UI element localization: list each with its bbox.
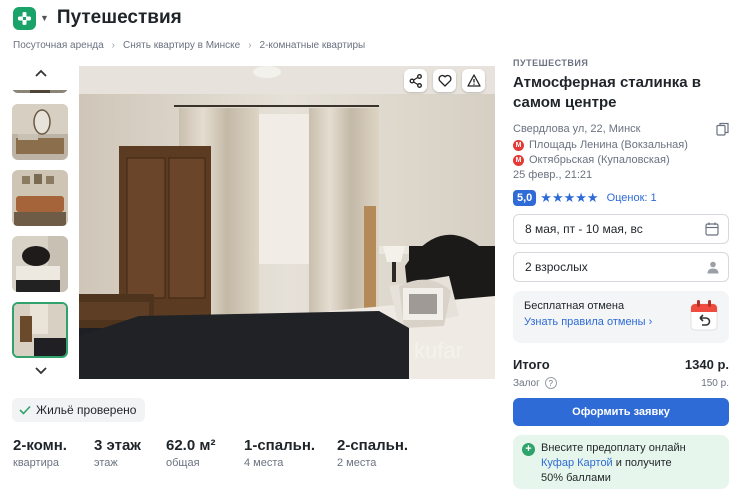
thumbnail-strip (12, 60, 69, 382)
thumb-next-icon[interactable] (32, 364, 50, 378)
deposit-left: Залог ? (513, 377, 557, 389)
rating-row: 5,0 ★★★★★ Оценок: 1 (513, 190, 729, 206)
app-logo[interactable] (13, 6, 36, 30)
share-icon (409, 73, 422, 88)
spec-value: 1-спальн. (244, 437, 316, 454)
calendar-icon (705, 222, 719, 236)
listing-category: ПУТЕШЕСТВИЯ (513, 58, 589, 68)
verified-badge: Жильё проверено (12, 398, 146, 422)
star-rating-icon: ★★★★★ (540, 190, 599, 205)
metro-station: М Октябрьская (Купаловская) (513, 154, 729, 166)
breadcrumb-item[interactable]: 2-комнатные квартиры (260, 40, 366, 51)
photo-actions (404, 69, 485, 92)
calendar-return-icon (690, 300, 718, 331)
thumb-prev-icon[interactable] (32, 66, 50, 80)
help-icon[interactable]: ? (544, 377, 557, 389)
metro-station: М Площадь Ленина (Вокзальная) (513, 139, 729, 151)
deposit-row: Залог ? 150 р. (513, 377, 729, 389)
cancel-link-label: Узнать правила отмены (524, 316, 646, 328)
promo-line3: 50% баллами (541, 472, 611, 484)
watermark: kufar (414, 338, 463, 363)
app-title: Путешествия (56, 7, 182, 28)
spec-rooms: 2-комн. квартира (13, 437, 94, 469)
promo-line1: Внесите предоплату онлайн (541, 442, 686, 454)
breadcrumb: Посуточная аренда › Снять квартиру в Мин… (13, 40, 365, 51)
main-photo[interactable]: kufar (79, 66, 495, 379)
chevron-right-icon: › (648, 316, 653, 328)
thumbnail[interactable] (12, 104, 68, 160)
promo-line2: и получите (612, 457, 672, 469)
thumbnail[interactable] (12, 170, 68, 226)
cancel-title: Бесплатная отмена (524, 300, 625, 312)
breadcrumb-item[interactable]: Снять квартиру в Минске (123, 40, 240, 51)
metro-name: Октябрьская (Купаловская) (529, 154, 670, 166)
dates-field[interactable]: 8 мая, пт - 10 мая, вс (513, 214, 729, 244)
spec-value: 2-комн. (13, 437, 67, 454)
spec-area: 62.0 м² общая (166, 437, 244, 469)
heart-icon (438, 74, 451, 87)
warning-icon (466, 74, 481, 87)
deposit-label: Залог (513, 377, 540, 389)
spec-label: 2 места (337, 457, 377, 469)
person-icon (707, 261, 719, 273)
bedroom-photo: kufar (79, 66, 495, 379)
cancel-rules-link[interactable]: Узнать правила отмены › (524, 316, 718, 328)
breadcrumb-item[interactable]: Посуточная аренда (13, 40, 104, 51)
total-row: Итого 1340 р. (513, 357, 729, 372)
listing-sidebar: ПУТЕШЕСТВИЯ Атмосферная сталинка в самом… (513, 58, 729, 489)
thumbnail[interactable] (12, 85, 68, 93)
address-row: Свердлова ул, 22, Минск (513, 122, 729, 136)
metro-icon: М (513, 139, 524, 151)
favorite-button[interactable] (433, 69, 456, 92)
total-label: Итого (513, 357, 550, 372)
guests-value: 2 взрослых (525, 260, 588, 274)
dates-value: 8 мая, пт - 10 мая, вс (525, 222, 643, 236)
breadcrumb-separator: › (248, 40, 252, 51)
deposit-value: 150 р. (701, 377, 729, 389)
total-value: 1340 р. (684, 357, 729, 372)
spec-label: 4 места (244, 457, 284, 469)
spec-label: этаж (94, 457, 118, 469)
share-button[interactable] (404, 69, 427, 92)
spec-floor: 3 этаж этаж (94, 437, 166, 469)
specs-row: 2-комн. квартира 3 этаж этаж 62.0 м² общ… (13, 437, 427, 469)
reviews-link[interactable]: Оценок: 1 (607, 192, 657, 204)
app-header: ▼ Путешествия (0, 0, 732, 36)
prepay-promo-box: + Внесите предоплату онлайн Куфар Картой… (513, 435, 729, 489)
chevron-down-icon[interactable]: ▼ (40, 13, 49, 23)
rating-badge: 5,0 (513, 190, 537, 206)
breadcrumb-separator: › (111, 40, 115, 51)
plus-icon: + (522, 443, 535, 456)
spec-value: 3 этаж (94, 437, 141, 454)
submit-request-button[interactable]: Оформить заявку (513, 398, 729, 426)
copy-icon[interactable] (716, 122, 729, 136)
thumbnail-active[interactable] (12, 302, 68, 358)
app-logo-mark-icon (18, 11, 31, 25)
checkmark-icon (19, 405, 31, 415)
listing-title: Атмосферная сталинка в самом центре (513, 74, 702, 111)
spec-bed-double: 2-спальн. 2 места (337, 437, 427, 469)
posted-date: 25 февр., 21:21 (513, 169, 593, 181)
metro-icon: М (513, 154, 524, 166)
kufar-card-link[interactable]: Куфар Картой (541, 457, 613, 469)
free-cancellation-box: Бесплатная отмена Узнать правила отмены … (513, 291, 729, 343)
guests-field[interactable]: 2 взрослых (513, 252, 729, 282)
metro-name: Площадь Ленина (Вокзальная) (529, 139, 688, 151)
address: Свердлова ул, 22, Минск (513, 123, 641, 135)
spec-label: общая (166, 457, 200, 469)
verified-label: Жильё проверено (36, 403, 137, 417)
spec-value: 62.0 м² (166, 437, 216, 454)
spec-label: квартира (13, 457, 59, 469)
spec-value: 2-спальн. (337, 437, 409, 454)
thumbnail[interactable] (12, 236, 68, 292)
report-button[interactable] (462, 69, 485, 92)
spec-bed-single: 1-спальн. 4 места (244, 437, 337, 469)
